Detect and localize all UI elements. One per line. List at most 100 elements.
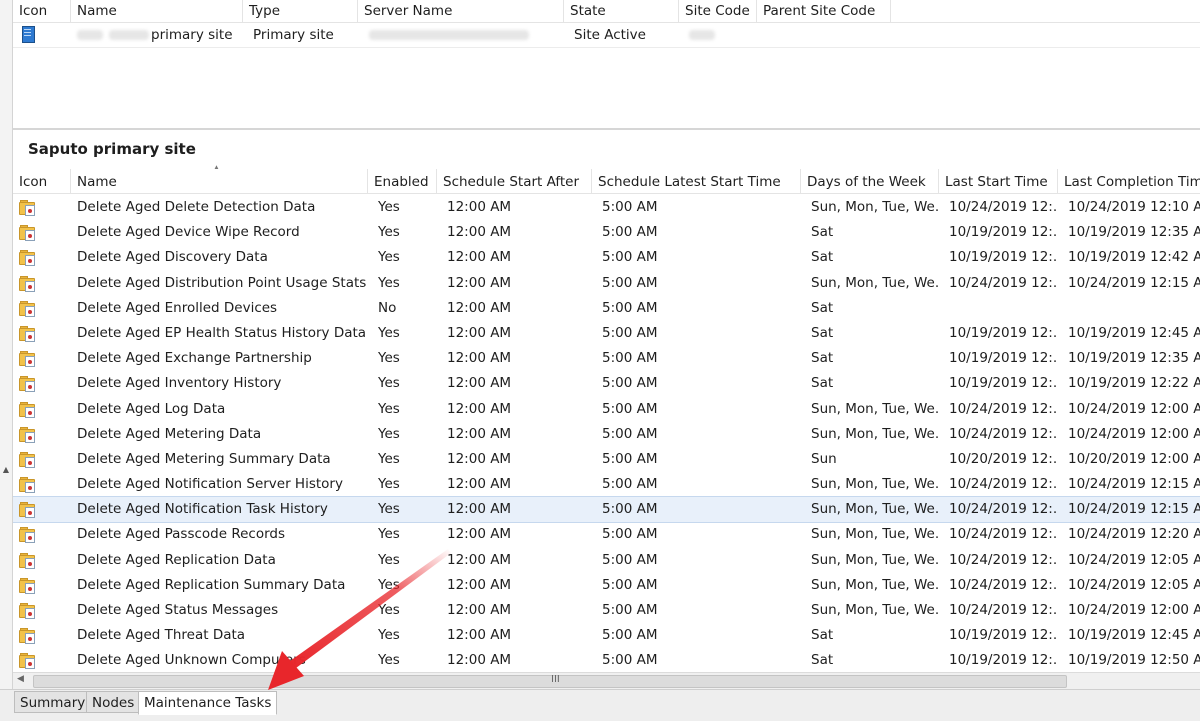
task-icon-cell — [13, 447, 53, 475]
task-days: Sun, Mon, Tue, We... — [811, 602, 939, 618]
task-row[interactable]: Delete Aged Distribution Point Usage Sta… — [13, 271, 1200, 296]
task-row[interactable]: Delete Aged EP Health Status History Dat… — [13, 321, 1200, 346]
task-row[interactable]: Delete Aged Metering Summary Data Yes 12:0… — [13, 447, 1200, 472]
col-header-type[interactable]: Type — [243, 0, 358, 22]
task-latest-start: 5:00 AM — [602, 299, 658, 316]
scrollbar-thumb[interactable] — [33, 675, 1067, 688]
task-row[interactable]: Delete Aged Device Wipe Record Yes 12:00 A… — [13, 220, 1200, 245]
task-latest-start: 5:00 AM — [602, 350, 658, 367]
server-name-redacted — [363, 23, 563, 47]
col-header-icon[interactable]: Icon — [13, 0, 71, 22]
task-days: Sun, Mon, Tue, We... — [811, 501, 939, 518]
task-last-start: 10/24/2019 12:... — [949, 501, 1058, 518]
task-enabled: Yes — [378, 324, 400, 341]
site-name: primary site — [151, 27, 233, 43]
task-icon-cell — [13, 598, 53, 626]
task-icon-cell — [13, 522, 53, 550]
task-col-name[interactable]: Name — [71, 169, 368, 193]
task-enabled: Yes — [378, 350, 400, 367]
maintenance-task-icon — [19, 603, 35, 619]
task-row[interactable]: Delete Aged Delete Detection Data Yes 12:0… — [13, 195, 1200, 220]
task-days: Sat — [811, 652, 834, 669]
task-icon-cell — [13, 245, 53, 273]
scroll-left-icon[interactable]: ◀ — [17, 674, 24, 684]
task-schedule-start: 12:00 AM — [447, 602, 512, 618]
task-schedule-start: 12:00 AM — [447, 627, 512, 644]
task-row[interactable]: Delete Aged Threat Data Yes 12:00 AM 5:00 A… — [13, 623, 1200, 648]
task-schedule-start: 12:00 AM — [447, 425, 512, 442]
maintenance-task-icon — [19, 426, 35, 443]
task-enabled: Yes — [378, 602, 400, 618]
task-last-completion: 10/24/2019 12:00 AM — [1068, 400, 1200, 417]
task-days: Sat — [811, 224, 834, 241]
task-icon-cell — [13, 321, 53, 349]
task-row[interactable]: Delete Aged Log Data Yes 12:00 AM 5:00 AM Su… — [13, 397, 1200, 422]
col-header-site-code[interactable]: Site Code — [679, 0, 757, 22]
task-row[interactable]: Delete Aged Inventory History Yes 12:00 AM… — [13, 371, 1200, 396]
task-schedule-start: 12:00 AM — [447, 299, 512, 316]
redacted-text — [689, 30, 715, 40]
task-col-latest-start[interactable]: Schedule Latest Start Time — [592, 169, 801, 193]
task-latest-start: 5:00 AM — [602, 274, 658, 291]
task-enabled: Yes — [378, 476, 400, 493]
task-row[interactable]: Delete Aged Replication Data Yes 12:00 AM 5… — [13, 548, 1200, 573]
task-row[interactable]: Delete Aged Replication Summary Data Yes 1… — [13, 573, 1200, 598]
pane-splitter[interactable] — [13, 128, 1200, 130]
task-name: Delete Aged Log Data — [77, 400, 226, 417]
tasks-header: Icon Name Enabled Schedule Start After S… — [13, 169, 1200, 194]
task-schedule-start: 12:00 AM — [447, 324, 512, 341]
task-col-enabled[interactable]: Enabled — [368, 169, 437, 193]
col-header-server-name[interactable]: Server Name — [358, 0, 564, 22]
task-latest-start: 5:00 AM — [602, 400, 658, 417]
task-latest-start: 5:00 AM — [602, 526, 658, 543]
task-col-schedule-start[interactable]: Schedule Start After — [437, 169, 592, 193]
task-row[interactable]: Delete Aged Enrolled Devices No 12:00 AM 5:… — [13, 296, 1200, 321]
task-last-start: 10/24/2019 12:... — [949, 576, 1058, 593]
task-row[interactable]: Delete Aged Unknown Computers Yes 12:00 AM… — [13, 648, 1200, 672]
task-last-completion: 10/19/2019 12:45 AM — [1068, 324, 1200, 341]
task-latest-start: 5:00 AM — [602, 602, 658, 618]
col-header-parent-site-code[interactable]: Parent Site Code — [757, 0, 891, 22]
task-row[interactable]: Delete Aged Status Messages Yes 12:00 AM 5:… — [13, 598, 1200, 623]
task-days: Sun, Mon, Tue, We... — [811, 425, 939, 442]
task-last-completion: 10/19/2019 12:35 AM — [1068, 224, 1200, 241]
task-name: Delete Aged Enrolled Devices — [77, 299, 278, 316]
task-col-days[interactable]: Days of the Week — [801, 169, 939, 193]
task-schedule-start: 12:00 AM — [447, 274, 512, 291]
task-col-last-completion[interactable]: Last Completion Time — [1058, 169, 1200, 193]
maintenance-task-icon — [19, 351, 35, 368]
task-enabled: No — [378, 299, 397, 316]
tab-maintenance-tasks[interactable]: Maintenance Tasks — [138, 691, 278, 715]
task-last-completion: 10/24/2019 12:10 AM — [1068, 199, 1200, 215]
col-header-state[interactable]: State — [564, 0, 679, 22]
left-pane-edge[interactable]: ▲ ▼ — [0, 0, 13, 697]
task-last-start: 10/19/2019 12:... — [949, 652, 1058, 669]
task-col-last-start[interactable]: Last Start Time — [939, 169, 1058, 193]
task-days: Sun, Mon, Tue, We... — [811, 199, 939, 215]
task-days: Sun, Mon, Tue, We... — [811, 576, 939, 593]
tab-nodes[interactable]: Nodes — [86, 691, 141, 713]
site-list-row[interactable]: primary site Primary site Site Active — [13, 23, 1200, 48]
col-header-name[interactable]: Name — [71, 0, 243, 22]
task-latest-start: 5:00 AM — [602, 199, 658, 215]
task-icon-cell — [13, 371, 53, 399]
task-row[interactable]: Delete Aged Exchange Partnership Yes 12:00… — [13, 346, 1200, 371]
task-latest-start: 5:00 AM — [602, 576, 658, 593]
task-latest-start: 5:00 AM — [602, 652, 658, 669]
horizontal-scrollbar[interactable]: ◀ III — [13, 672, 1200, 689]
task-enabled: Yes — [378, 199, 400, 215]
task-row[interactable]: Delete Aged Metering Data Yes 12:00 AM 5:00… — [13, 422, 1200, 447]
task-row[interactable]: Delete Aged Passcode Records Yes 12:00 AM 5… — [13, 522, 1200, 547]
scroll-up-icon[interactable]: ▲ — [1, 465, 11, 474]
task-enabled: Yes — [378, 249, 400, 266]
tab-summary[interactable]: Summary — [14, 691, 92, 713]
task-name: Delete Aged Distribution Point Usage Sta… — [77, 274, 367, 291]
task-latest-start: 5:00 AM — [602, 501, 658, 518]
task-latest-start: 5:00 AM — [602, 324, 658, 341]
task-col-icon[interactable]: Icon — [13, 169, 71, 193]
task-last-start: 10/19/2019 12:... — [949, 627, 1058, 644]
task-row[interactable]: Delete Aged Discovery Data Yes 12:00 AM 5:0… — [13, 245, 1200, 270]
task-row[interactable]: Delete Aged Notification Server History Y… — [13, 472, 1200, 497]
task-row[interactable]: Delete Aged Notification Task History Yes… — [13, 496, 1200, 524]
task-name: Delete Aged Notification Task History — [77, 501, 328, 518]
